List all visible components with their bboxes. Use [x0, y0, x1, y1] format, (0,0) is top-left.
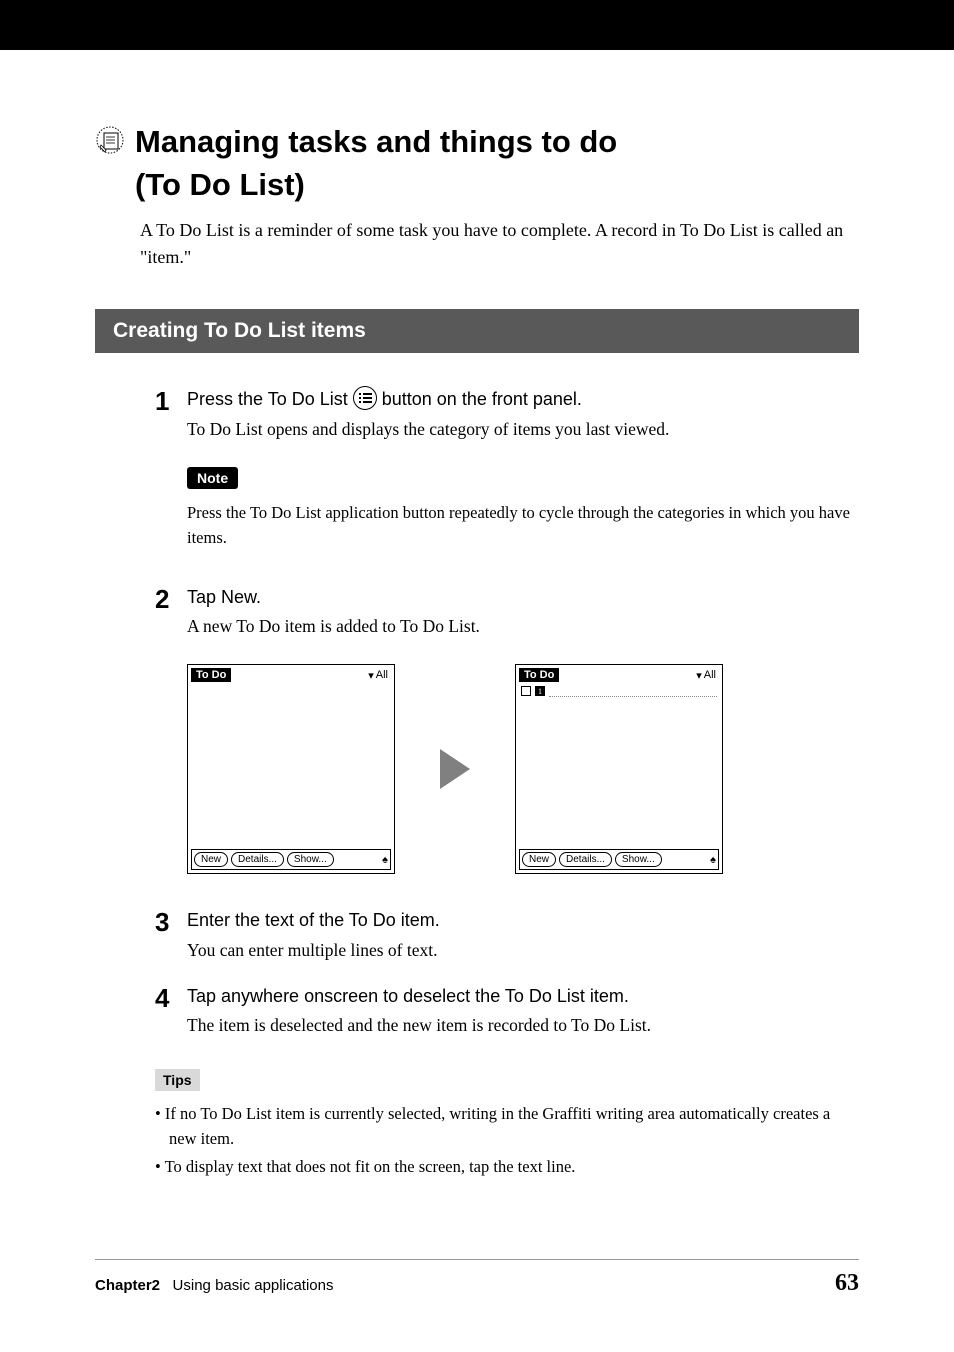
scroll-up-icon[interactable]: ♠ — [710, 854, 716, 866]
page-number: 63 — [835, 1270, 859, 1297]
tip-item: To display text that does not fit on the… — [155, 1154, 859, 1180]
priority-badge[interactable]: 1 — [535, 686, 545, 696]
footer-chapter-title: Using basic applications — [173, 1277, 334, 1294]
step-content: Tap New. A new To Do item is added to To… — [187, 586, 859, 640]
tip-item: If no To Do List item is currently selec… — [155, 1101, 859, 1152]
step-body: You can enter multiple lines of text. — [187, 937, 859, 963]
step-number: 4 — [155, 985, 187, 1039]
dropdown-arrow-icon: ▾ — [696, 669, 702, 682]
page-title: Managing tasks and things to do (To Do L… — [135, 120, 617, 207]
step-2: 2 Tap New. A new To Do item is added to … — [95, 586, 859, 640]
palm-screen-after: To Do ▾ All 1 New Details... Show... ♠ — [515, 664, 723, 874]
todo-title-icon — [95, 125, 125, 155]
step-body: To Do List opens and displays the catego… — [187, 416, 859, 442]
note-text: Press the To Do List application button … — [187, 501, 859, 551]
step-body: The item is deselected and the new item … — [187, 1012, 859, 1038]
dropdown-arrow-icon: ▾ — [368, 669, 374, 682]
title-line2: (To Do List) — [135, 167, 305, 202]
palm-screen-before: To Do ▾ All New Details... Show... ♠ — [187, 664, 395, 874]
arrow-right-icon — [440, 749, 470, 789]
screenshots-row: To Do ▾ All New Details... Show... ♠ To … — [187, 664, 859, 874]
step-1: 1 Press the To Do List button on the fro… — [95, 388, 859, 443]
scroll-up-icon[interactable]: ♠ — [382, 854, 388, 866]
title-line1: Managing tasks and things to do — [135, 124, 617, 159]
palm-category-label: All — [376, 669, 388, 681]
palm-new-button[interactable]: New — [522, 852, 556, 867]
step-body: A new To Do item is added to To Do List. — [187, 613, 859, 639]
tips-label: Tips — [155, 1069, 200, 1091]
step-4: 4 Tap anywhere onscreen to deselect the … — [95, 985, 859, 1039]
palm-footer: New Details... Show... ♠ — [519, 849, 719, 870]
top-black-bar — [0, 0, 954, 50]
palm-header: To Do ▾ All — [516, 665, 722, 684]
palm-todo-item[interactable]: 1 — [516, 684, 722, 698]
step-content: Enter the text of the To Do item. You ca… — [187, 909, 859, 963]
palm-show-button[interactable]: Show... — [287, 852, 334, 867]
step-number: 3 — [155, 909, 187, 963]
palm-new-button[interactable]: New — [194, 852, 228, 867]
palm-category-dropdown[interactable]: ▾ All — [696, 669, 716, 682]
step-content: Press the To Do List button on the front… — [187, 388, 859, 443]
palm-app-title: To Do — [519, 668, 559, 682]
palm-category-label: All — [704, 669, 716, 681]
footer-chapter-label: Chapter2 — [95, 1277, 160, 1294]
palm-category-dropdown[interactable]: ▾ All — [368, 669, 388, 682]
step1-heading-pre: Press the To Do List — [187, 389, 353, 409]
todo-text-input[interactable] — [549, 685, 717, 697]
step-content: Tap anywhere onscreen to deselect the To… — [187, 985, 859, 1039]
note-label: Note — [187, 467, 238, 489]
tips-list: If no To Do List item is currently selec… — [155, 1101, 859, 1180]
palm-details-button[interactable]: Details... — [559, 852, 612, 867]
palm-details-button[interactable]: Details... — [231, 852, 284, 867]
step-heading: Tap anywhere onscreen to deselect the To… — [187, 985, 859, 1008]
step-heading: Enter the text of the To Do item. — [187, 909, 859, 932]
intro-paragraph: A To Do List is a reminder of some task … — [140, 217, 859, 271]
palm-app-title: To Do — [191, 668, 231, 682]
checkbox-icon[interactable] — [521, 686, 531, 696]
footer-chapter: Chapter2 Using basic applications — [95, 1277, 333, 1294]
todolist-button-icon — [353, 386, 377, 410]
palm-footer: New Details... Show... ♠ — [191, 849, 391, 870]
step-number: 2 — [155, 586, 187, 640]
page-content: Managing tasks and things to do (To Do L… — [0, 50, 954, 1179]
palm-header: To Do ▾ All — [188, 665, 394, 684]
step-3: 3 Enter the text of the To Do item. You … — [95, 909, 859, 963]
step1-heading-post: button on the front panel. — [377, 389, 582, 409]
step-heading: Tap New. — [187, 586, 859, 609]
page-footer: Chapter2 Using basic applications 63 — [95, 1259, 859, 1297]
palm-show-button[interactable]: Show... — [615, 852, 662, 867]
step-number: 1 — [155, 388, 187, 443]
step-heading: Press the To Do List button on the front… — [187, 388, 859, 412]
section-heading: Creating To Do List items — [95, 309, 859, 353]
page-title-row: Managing tasks and things to do (To Do L… — [95, 120, 859, 207]
